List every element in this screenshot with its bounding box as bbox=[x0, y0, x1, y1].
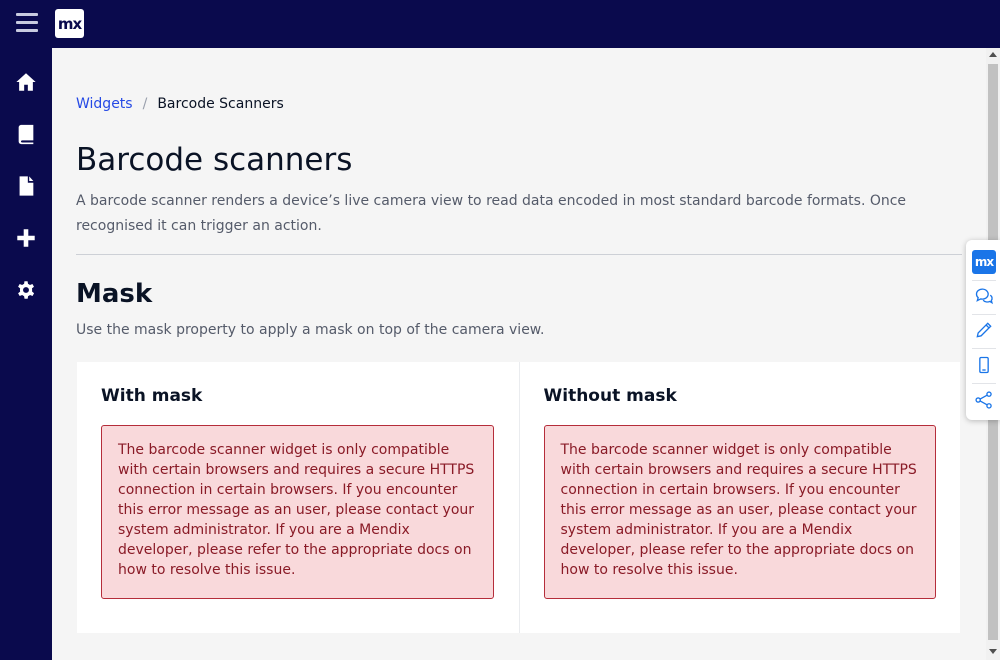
share-button[interactable] bbox=[972, 388, 996, 412]
chat-button[interactable] bbox=[972, 284, 996, 308]
page-description: A barcode scanner renders a device’s liv… bbox=[76, 193, 907, 234]
hamburger-menu-icon[interactable] bbox=[16, 13, 38, 33]
card-without-mask: Without mask The barcode scanner widget … bbox=[518, 362, 961, 633]
chat-icon bbox=[975, 288, 993, 305]
mendix-toolbar-logo[interactable]: mx bbox=[972, 250, 996, 274]
mendix-logo[interactable]: mx bbox=[55, 9, 84, 38]
home-icon bbox=[16, 73, 36, 91]
pencil-icon bbox=[976, 322, 992, 338]
sidebar-item-document[interactable] bbox=[0, 166, 52, 206]
edit-button[interactable] bbox=[972, 318, 996, 342]
divider bbox=[76, 254, 962, 255]
toolbar-divider bbox=[972, 348, 996, 349]
breadcrumb-separator: / bbox=[142, 96, 148, 112]
error-alert: The barcode scanner widget is only compa… bbox=[543, 425, 936, 599]
toolbar-divider bbox=[972, 383, 996, 384]
share-icon bbox=[975, 391, 992, 409]
card-with-mask: With mask The barcode scanner widget is … bbox=[77, 362, 519, 633]
book-icon bbox=[18, 124, 34, 145]
floating-toolbar: mx bbox=[966, 240, 1000, 420]
breadcrumb: Widgets / Barcode Scanners bbox=[76, 96, 284, 112]
breadcrumb-current: Barcode Scanners bbox=[157, 96, 284, 112]
examples-container: With mask The barcode scanner widget is … bbox=[77, 362, 960, 633]
toolbar-divider bbox=[972, 314, 996, 315]
toolbar-divider bbox=[972, 280, 996, 281]
breadcrumb-link-widgets[interactable]: Widgets bbox=[76, 96, 133, 112]
sidebar-item-book[interactable] bbox=[0, 114, 52, 154]
scroll-up-arrow-icon[interactable] bbox=[989, 52, 997, 57]
document-icon bbox=[19, 176, 34, 196]
card-title: Without mask bbox=[543, 386, 677, 406]
main-content: Widgets / Barcode Scanners Barcode scann… bbox=[52, 48, 986, 660]
scroll-down-arrow-icon[interactable] bbox=[989, 649, 997, 654]
sidebar-item-add[interactable] bbox=[0, 218, 52, 258]
top-bar: mx bbox=[0, 0, 1000, 48]
sidebar-item-home[interactable] bbox=[0, 62, 52, 102]
mobile-preview-button[interactable] bbox=[972, 353, 996, 377]
section-title: Mask bbox=[76, 279, 153, 309]
section-description: Use the mask property to apply a mask on… bbox=[76, 322, 545, 338]
page-title: Barcode scanners bbox=[76, 142, 353, 178]
card-title: With mask bbox=[101, 386, 203, 406]
plus-icon bbox=[17, 229, 35, 247]
error-alert: The barcode scanner widget is only compa… bbox=[101, 425, 494, 599]
mobile-icon bbox=[979, 356, 989, 374]
sidebar-item-settings[interactable] bbox=[0, 270, 52, 310]
gear-icon bbox=[18, 281, 35, 299]
sidebar bbox=[0, 48, 52, 660]
